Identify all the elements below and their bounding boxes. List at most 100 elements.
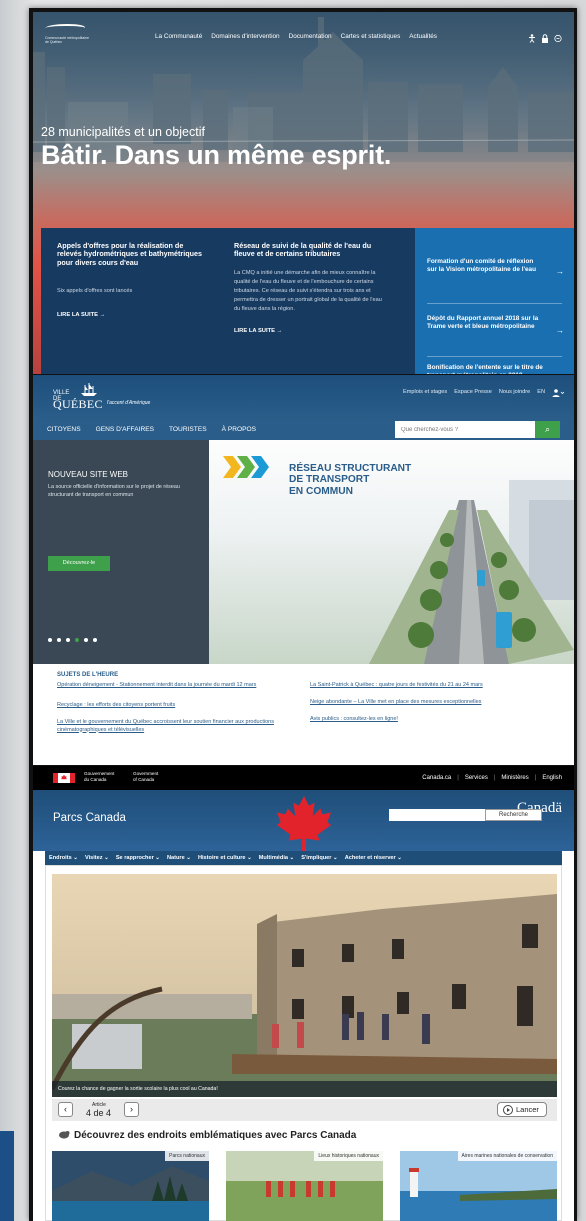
play-button[interactable]: Lancer [497,1102,547,1117]
link-canada-ca[interactable]: Canada.ca [422,775,451,781]
rstc-title-line: EN COMMUN [289,485,353,497]
news-section: SUJETS DE L'HEURE Opération déneigement … [33,664,574,765]
site-title[interactable]: Parcs Canada [53,812,126,824]
news-card-title: Appels d'offres pour la réalisation de r… [57,241,202,267]
tab-touristes[interactable]: TOURISTES [169,426,207,433]
news-card-2[interactable]: Réseau de suivi de la qualité de l'eau d… [234,241,384,334]
carousel-dot[interactable] [93,638,97,642]
carousel-controls: ‹ Article 4 de 4 › Lancer [52,1099,557,1121]
side-news-item[interactable]: Dépôt du Rapport annuel 2018 sur la Tram… [415,315,574,331]
news-side-list: Formation d'un comité de réflexion sur l… [415,228,574,374]
carousel-dot[interactable] [84,638,88,642]
news-cards-panel: Appels d'offres pour la réalisation de r… [41,228,415,374]
news-link[interactable]: Recyclage : les efforts des citoyens por… [57,702,289,710]
search-button[interactable]: ⌕ [535,421,560,438]
search-input[interactable] [395,421,535,438]
goc-line: of Canada [133,776,155,782]
thumb-parcs-nationaux[interactable]: Parcs nationaux [52,1151,209,1221]
link-services[interactable]: Services [465,775,488,781]
carousel-dot[interactable] [57,638,61,642]
logo-tagline: l'accent d'Amérique [107,400,151,406]
news-link[interactable]: La Saint-Patrick à Québec : quatre jours… [310,682,560,690]
lock-icon[interactable] [541,30,549,43]
link-ministeres[interactable]: Ministères [501,775,528,781]
menu-se-rapprocher[interactable]: Se rapprocher ⌄ [116,855,160,861]
vq-header: VILLE DE QUÉBEC l'accent d'Amérique Empl… [33,375,574,419]
tab-citoyens[interactable]: CITOYENS [47,426,81,433]
menu-acheter-reserver[interactable]: Acheter et réserver ⌄ [345,855,402,861]
menu-s-impliquer[interactable]: S'impliquer ⌄ [301,855,337,861]
article-counter: 4 de 4 [86,1108,112,1118]
search-button[interactable]: Recherche [485,809,542,821]
cmq-logo[interactable]: Communauté métropolitaine de Québec [42,24,101,50]
accessibility-icon[interactable] [528,30,536,43]
link-espace-presse[interactable]: Espace Presse [454,389,492,399]
carousel-dot-active[interactable] [75,638,79,642]
divider [427,356,562,357]
language-toggle[interactable]: English [542,775,562,781]
carousel-photo[interactable] [52,874,557,1097]
play-label: Lancer [516,1105,539,1114]
menu-histoire-culture[interactable]: Histoire et culture ⌄ [198,855,252,861]
menu-visitez[interactable]: Visitez ⌄ [85,855,109,861]
tab-gens-affaires[interactable]: GENS D'AFFAIRES [96,426,154,433]
arrow-right-icon[interactable]: → [556,267,564,276]
user-account-icon[interactable] [552,389,565,399]
link-emplois[interactable]: Emplois et stages [403,389,447,399]
mountain-lake-photo [52,1151,209,1221]
news-card-1[interactable]: Appels d'offres pour la réalisation de r… [57,241,207,318]
thumb-lieux-historiques[interactable]: Lieux historiques nationaux [226,1151,383,1221]
news-card-title: Réseau de suivi de la qualité de l'eau d… [234,241,372,259]
menu-item-actualites[interactable]: Actualités [409,33,437,40]
tab-a-propos[interactable]: À PROPOS [222,426,256,433]
feature-title: NOUVEAU SITE WEB [48,470,129,479]
news-link[interactable]: Avis publics : consultez-les en ligne! [310,716,560,724]
hero-headline: Bâtir. Dans un même esprit. [41,140,392,170]
read-more-link[interactable]: LIRE LA SUITE → [57,312,207,318]
pc-main-content: Courez la chance de gagner la sortie sco… [45,865,562,1221]
maple-leaf-icon [276,795,332,855]
news-link[interactable]: La Ville et le gouvernement du Québec ac… [57,719,289,734]
backdrop-accent [0,1131,14,1221]
share-icon[interactable] [554,30,562,43]
search-input[interactable] [389,809,485,821]
discover-button[interactable]: Découvrez-le [48,556,110,571]
menu-item-domaines[interactable]: Domaines d'intervention [211,33,279,40]
menu-item-cartes[interactable]: Cartes et statistiques [341,33,401,40]
rstc-title: RÉSEAU STRUCTURANT DE TRANSPORT EN COMMU… [289,463,411,497]
news-link[interactable]: Opération déneigement - Stationnement in… [57,682,289,690]
canada-flag-icon [53,773,75,783]
chevrons-logo-icon [223,456,269,478]
carousel-dot[interactable] [66,638,70,642]
goc-wordmark-fr[interactable]: Gouvernement du Canada [84,771,114,782]
language-toggle[interactable]: EN [537,389,545,399]
thumb-label: Lieux historiques nationaux [314,1151,383,1161]
arrow-right-icon[interactable]: → [556,326,564,335]
news-card-text: Six appels d'offres sont lancés [57,288,133,295]
pc-main-menu: Endroits ⌄ Visitez ⌄ Se rapprocher ⌄ Nat… [45,851,562,865]
side-news-item[interactable]: Bonification de l'entente sur le titre d… [415,364,574,374]
thumb-aires-marines[interactable]: Aires marines nationales de conservation [400,1151,557,1221]
ship-emblem-icon [81,383,97,396]
carousel-dot[interactable] [48,638,52,642]
previous-button[interactable]: ‹ [58,1102,73,1117]
read-more-link[interactable]: LIRE LA SUITE → [234,328,384,334]
section-title: Découvrez des endroits emblématiques ave… [74,1130,357,1141]
side-news-label: Bonification de l'entente sur le titre d… [427,364,543,374]
menu-multimedia[interactable]: Multimédia ⌄ [259,855,294,861]
link-nous-joindre[interactable]: Nous joindre [499,389,530,399]
thumb-label: Parcs nationaux [165,1151,209,1161]
goc-wordmark-en[interactable]: Government of Canada [133,771,158,782]
menu-endroits[interactable]: Endroits ⌄ [49,855,78,861]
chevron-left-icon: ‹ [64,1104,67,1114]
side-news-item[interactable]: Formation d'un comité de réflexion sur l… [415,258,574,274]
menu-nature[interactable]: Nature ⌄ [167,855,191,861]
next-button[interactable]: › [124,1102,139,1117]
goc-line: Gouvernement [84,771,115,776]
news-card-text: La CMQ a initié une démarche afin de mie… [234,269,382,312]
menu-item-communaute[interactable]: La Communauté [155,33,202,40]
hero-subtitle: 28 municipalités et un objectif [41,125,205,139]
news-link[interactable]: Neige abondante – La Ville met en place … [310,699,560,707]
menu-item-documentation[interactable]: Documentation [289,33,332,40]
side-news-label: Dépôt du Rapport annuel 2018 sur la Tram… [427,315,539,331]
